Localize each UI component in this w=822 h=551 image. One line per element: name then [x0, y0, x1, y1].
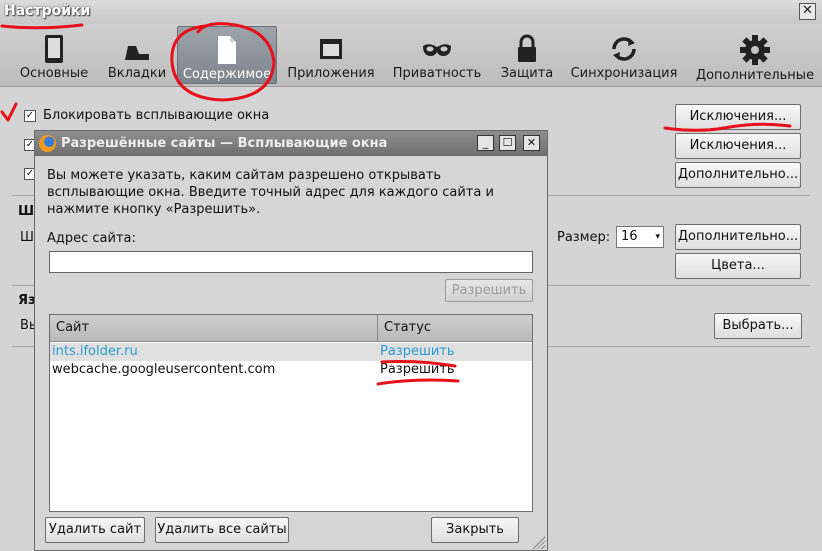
list-header: Сайт Статус — [50, 315, 532, 342]
colors-button[interactable]: Цвета... — [675, 253, 801, 279]
font-size-value: 16 — [621, 229, 638, 244]
tab-applications-label: Приложения — [287, 66, 375, 81]
dialog-titlebar[interactable]: Разрешённые сайты — Всплывающие окна _ ☐… — [35, 131, 547, 156]
tabs-icon — [125, 46, 149, 60]
dialog-title: Разрешённые сайты — Всплывающие окна — [61, 136, 388, 151]
column-header-site[interactable]: Сайт — [50, 315, 378, 341]
languages-heading: Яз — [18, 293, 36, 308]
javascript-advanced-button[interactable]: Дополнительно... — [675, 162, 801, 188]
firefox-logo-icon — [39, 135, 56, 152]
tab-general-label: Основные — [19, 66, 89, 81]
tab-privacy[interactable]: Приватность — [390, 26, 484, 84]
window-titlebar[interactable]: Настройки ✕ — [0, 0, 822, 25]
row-status: Разрешить — [380, 344, 455, 359]
tab-security-label: Защита — [500, 66, 554, 81]
dialog-description: Вы можете указать, каким сайтам разрешен… — [47, 168, 494, 217]
block-popups-label: Блокировать всплывающие окна — [43, 108, 270, 123]
tab-security[interactable]: Защита — [496, 26, 558, 84]
sync-icon — [612, 37, 636, 61]
settings-toolbar: Основные Вкладки Содержимое Приложения П… — [0, 24, 822, 87]
lock-icon — [518, 34, 536, 62]
resize-grip[interactable] — [531, 535, 545, 549]
table-row[interactable]: ints.ifolder.ru Разрешить — [50, 343, 532, 361]
tab-tabs-label: Вкладки — [107, 66, 167, 81]
window-close-button[interactable]: ✕ — [799, 3, 816, 20]
fonts-advanced-button[interactable]: Дополнительно... — [675, 224, 801, 250]
window-title: Настройки — [4, 3, 91, 19]
tab-advanced-label: Дополнительные — [695, 68, 815, 83]
popup-exceptions-dialog: Разрешённые сайты — Всплывающие окна _ ☐… — [34, 130, 548, 551]
table-row[interactable]: webcache.googleusercontent.com Разрешить — [50, 361, 532, 379]
allow-button[interactable]: Разрешить — [445, 279, 533, 302]
tab-content-label: Содержимое — [182, 67, 272, 82]
choose-languages-button[interactable]: Выбрать... — [714, 313, 802, 339]
dialog-close-button[interactable]: ✕ — [523, 135, 540, 151]
tab-privacy-label: Приватность — [392, 66, 482, 81]
row-site: ints.ifolder.ru — [52, 344, 138, 359]
dialog-maximize-button[interactable]: ☐ — [499, 135, 516, 151]
default-font-label: Ш — [20, 230, 34, 245]
chevron-down-icon: ▾ — [655, 232, 660, 242]
popup-exceptions-button[interactable]: Исключения... — [675, 104, 801, 130]
font-size-label: Размер: — [557, 230, 611, 245]
fonts-heading: Ш — [18, 204, 35, 219]
remove-all-sites-button[interactable]: Удалить все сайты — [155, 517, 289, 543]
images-exceptions-button[interactable]: Исключения... — [675, 133, 801, 159]
document-icon — [218, 36, 236, 64]
tab-content[interactable]: Содержимое — [177, 26, 277, 84]
annotation-check-mark — [0, 102, 18, 122]
font-size-select[interactable]: 16 ▾ — [616, 226, 664, 248]
dialog-close-action-button[interactable]: Закрыть — [431, 517, 519, 543]
row-site: webcache.googleusercontent.com — [52, 362, 276, 377]
column-header-status[interactable]: Статус — [378, 315, 532, 341]
tab-tabs[interactable]: Вкладки — [100, 26, 174, 84]
gear-icon — [740, 35, 770, 65]
mask-icon — [423, 44, 451, 56]
site-address-label: Адрес сайта: — [47, 231, 136, 246]
row-status: Разрешить — [380, 362, 455, 377]
tab-applications[interactable]: Приложения — [286, 26, 376, 84]
tab-sync[interactable]: Синхронизация — [568, 26, 680, 84]
tab-advanced[interactable]: Дополнительные — [694, 26, 816, 84]
tab-sync-label: Синхронизация — [570, 66, 678, 81]
tab-general[interactable]: Основные — [14, 26, 94, 84]
block-popups-checkbox[interactable]: ✓ — [24, 110, 36, 122]
device-icon — [45, 35, 63, 63]
window-icon — [320, 39, 342, 59]
dialog-minimize-button[interactable]: _ — [477, 135, 494, 151]
remove-site-button[interactable]: Удалить сайт — [45, 517, 145, 543]
permitted-sites-list[interactable]: Сайт Статус ints.ifolder.ru Разрешить we… — [49, 314, 533, 512]
site-address-input[interactable] — [49, 251, 533, 273]
